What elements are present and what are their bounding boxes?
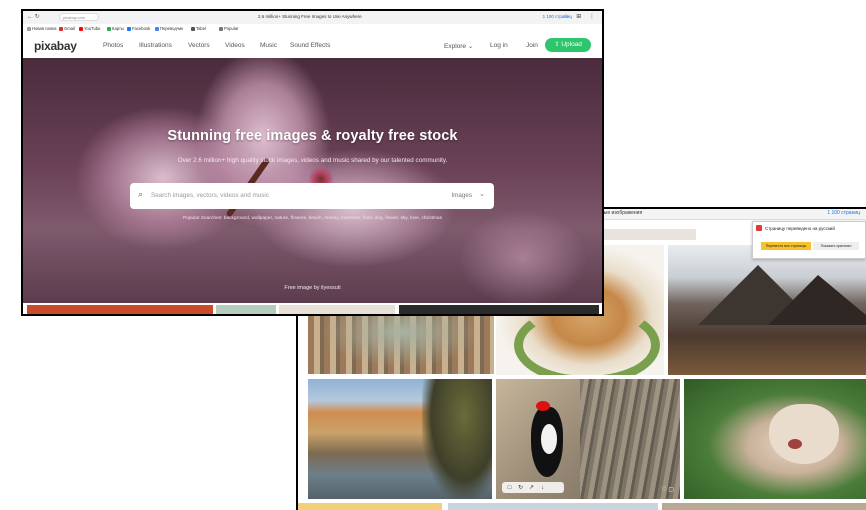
bookmark-icon[interactable]: □ bbox=[505, 485, 514, 491]
upload-button[interactable]: ⇧ Upload bbox=[545, 38, 591, 52]
nav-vectors[interactable]: Vectors bbox=[188, 42, 210, 49]
bookmark-favicon-icon bbox=[127, 26, 131, 31]
nav-music[interactable]: Music bbox=[260, 42, 277, 49]
browser-menu-icons[interactable]: ☆ ⊞ ⋮ bbox=[563, 13, 598, 20]
bookmark-label: Popular bbox=[224, 26, 239, 31]
photo-city[interactable] bbox=[308, 314, 494, 374]
pixabay-logo[interactable]: pixabay bbox=[34, 39, 77, 53]
explore-menu[interactable]: Explore ⌄ bbox=[444, 42, 473, 50]
bookmark-favicon-icon bbox=[219, 26, 223, 31]
hero-title: Stunning free images & royalty free stoc… bbox=[167, 128, 458, 144]
bookmark-item[interactable]: Facebook bbox=[127, 26, 150, 31]
pages-counter[interactable]: 1 100 страниц bbox=[827, 210, 860, 216]
address-bar[interactable]: pixabay.com bbox=[59, 13, 99, 21]
search-input[interactable]: Search images, vectors, videos and music bbox=[151, 192, 269, 199]
photo-tile[interactable] bbox=[216, 305, 276, 314]
bookmark-item[interactable]: Карты bbox=[107, 26, 124, 31]
share-icon[interactable]: ↗ bbox=[527, 484, 536, 491]
nav-sound-effects[interactable]: Sound Effects bbox=[290, 42, 330, 49]
photo-tile[interactable] bbox=[27, 305, 213, 314]
tab-title: 2.6 million+ Stunning Free Images to Use… bbox=[258, 14, 362, 19]
photo-tile[interactable] bbox=[448, 503, 658, 510]
translate-icon bbox=[756, 225, 762, 231]
photo-tile[interactable] bbox=[279, 305, 395, 314]
bookmark-favicon-icon bbox=[107, 26, 111, 31]
bookmark-label: Gmail bbox=[64, 26, 75, 31]
hero-subtitle: Over 2.6 million+ high quality stock ima… bbox=[177, 157, 448, 164]
show-original-button[interactable]: Показать оригинал bbox=[813, 242, 859, 250]
bookmark-item[interactable]: YouTube bbox=[79, 26, 100, 31]
bookmark-label: YouTube bbox=[84, 26, 101, 31]
bookmark-label: Новая папка bbox=[32, 26, 57, 31]
search-icon[interactable]: ⌕ bbox=[138, 189, 143, 200]
bookmark-favicon-icon bbox=[191, 26, 195, 31]
nav-photos[interactable]: Photos bbox=[103, 42, 123, 49]
join-link[interactable]: Join bbox=[526, 42, 538, 49]
nav-videos[interactable]: Videos bbox=[225, 42, 245, 49]
photo-action-bar: □ ↻ ↗ ↓ bbox=[502, 482, 564, 493]
bookmark-favicon-icon bbox=[59, 26, 63, 31]
bookmark-item[interactable]: Gmail bbox=[59, 26, 75, 31]
bookmark-item[interactable]: Новая папка bbox=[27, 26, 56, 31]
nav-buttons[interactable]: ← ↻ bbox=[27, 13, 40, 20]
pixabay-screenshot: ← ↻ pixabay.com 2.6 million+ Stunning Fr… bbox=[21, 9, 604, 316]
hero-banner: Stunning free images & royalty free stoc… bbox=[23, 58, 602, 303]
gallery-preview-strip bbox=[23, 303, 602, 314]
like-collect-icons[interactable]: ♡ ▢ bbox=[661, 486, 674, 493]
bookmark-item[interactable]: Popular bbox=[219, 26, 238, 31]
translate-title: Страницу переведено на русский bbox=[765, 226, 835, 231]
photo-tile[interactable] bbox=[399, 305, 599, 314]
search-bar[interactable]: ⌕ Search images, vectors, videos and mus… bbox=[130, 183, 494, 209]
bookmark-item[interactable]: Tabel bbox=[191, 26, 206, 31]
browser-chrome: ← ↻ pixabay.com 2.6 million+ Stunning Fr… bbox=[23, 11, 602, 24]
nav-illustrations[interactable]: Illustrations bbox=[139, 42, 172, 49]
similar-icon[interactable]: ↻ bbox=[516, 484, 525, 491]
photo-cat[interactable] bbox=[684, 379, 866, 499]
photo-mountains[interactable] bbox=[668, 245, 866, 375]
bookmark-label: Tabel bbox=[196, 26, 207, 31]
photo-tile[interactable] bbox=[662, 503, 866, 510]
bookmark-label: Facebook bbox=[132, 26, 151, 31]
download-icon[interactable]: ↓ bbox=[538, 485, 547, 491]
bookmark-favicon-icon bbox=[155, 26, 159, 31]
login-link[interactable]: Log in bbox=[490, 42, 508, 49]
popular-searches: Popular Searches: background, wallpaper,… bbox=[183, 216, 442, 221]
photo-riverside-town[interactable] bbox=[308, 379, 492, 499]
translate-all-button[interactable]: Перевести все страницы bbox=[761, 242, 811, 250]
photo-woodpecker[interactable]: □ ↻ ↗ ↓ ♡ ▢ bbox=[496, 379, 680, 499]
bookmark-item[interactable]: Переводчик bbox=[155, 26, 183, 31]
chevron-down-icon[interactable]: ⌄ bbox=[479, 190, 485, 198]
site-header: pixabay Photos Illustrations Vectors Vid… bbox=[23, 33, 602, 58]
bookmark-favicon-icon bbox=[27, 26, 31, 31]
image-credit[interactable]: Free image by ilyessuti bbox=[23, 285, 602, 291]
search-type-select[interactable]: Images bbox=[451, 192, 472, 199]
photo-tile[interactable] bbox=[298, 503, 442, 510]
bookmark-favicon-icon bbox=[79, 26, 83, 31]
translate-popup: Страницу переведено на русский Перевести… bbox=[752, 221, 866, 259]
bookmark-label: Переводчик bbox=[160, 26, 184, 31]
tab-title: ные изображения bbox=[601, 210, 643, 216]
bookmark-label: Карты bbox=[112, 26, 124, 31]
